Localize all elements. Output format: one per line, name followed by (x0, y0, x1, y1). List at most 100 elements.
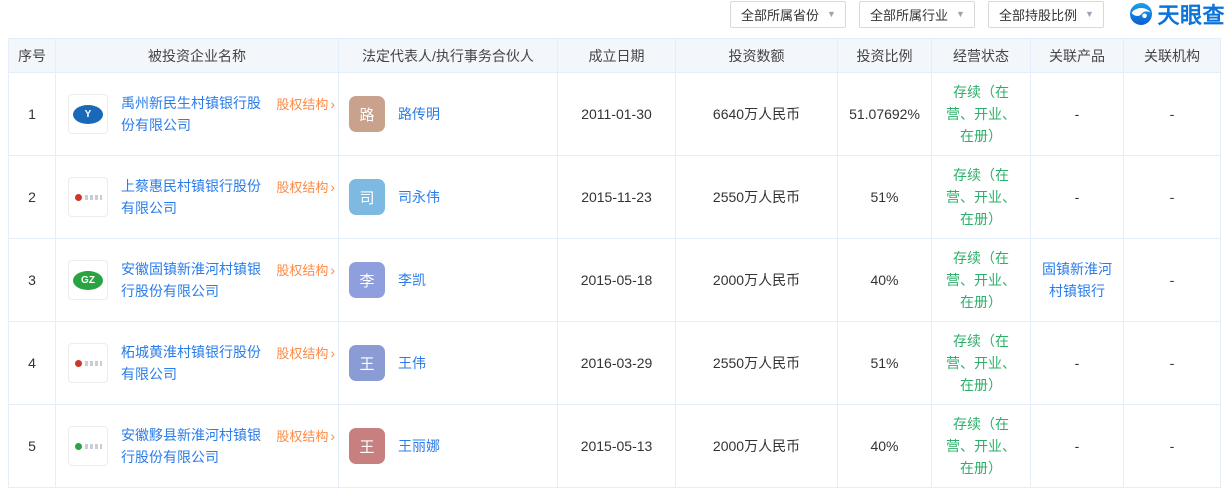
legal-rep-name-link[interactable]: 李凯 (398, 270, 426, 290)
status-badge: 存续（在营、开业、在册） (932, 239, 1031, 322)
industry-filter-dropdown[interactable]: 全部所属行业 ▼ (859, 1, 975, 28)
province-filter-dropdown[interactable]: 全部所属省份 ▼ (730, 1, 846, 28)
equity-structure-link[interactable]: 股权结构 › (276, 260, 335, 279)
investment-amount: 2000万人民币 (676, 405, 838, 488)
company-logo-glyph (75, 443, 82, 450)
chevron-right-icon: › (330, 180, 335, 194)
industry-filter-label: 全部所属行业 (870, 5, 948, 24)
related-org: - (1124, 156, 1221, 239)
tianyancha-logo[interactable]: 天眼查 (1129, 0, 1225, 30)
company-logo (68, 343, 108, 383)
related-product: - (1031, 322, 1124, 405)
company-logo: Y (68, 94, 108, 134)
company-name-link[interactable]: 安徽固镇新淮河村镇银行股份有限公司 (121, 258, 267, 302)
legal-rep-avatar[interactable]: 司 (349, 179, 385, 215)
row-index: 5 (9, 405, 56, 488)
chevron-right-icon: › (330, 429, 335, 443)
company-logo-wordmark (85, 195, 102, 200)
status-badge: 存续（在营、开业、在册） (932, 322, 1031, 405)
investment-ratio: 40% (838, 405, 932, 488)
related-org: - (1124, 239, 1221, 322)
header-ratio: 投资比例 (838, 39, 932, 73)
established-date: 2015-11-23 (558, 156, 676, 239)
investment-ratio: 51% (838, 156, 932, 239)
chevron-right-icon: › (330, 346, 335, 360)
legal-rep-avatar[interactable]: 王 (349, 428, 385, 464)
header-established: 成立日期 (558, 39, 676, 73)
established-date: 2015-05-18 (558, 239, 676, 322)
status-badge: 存续（在营、开业、在册） (932, 405, 1031, 488)
chevron-down-icon: ▼ (827, 10, 836, 19)
chevron-down-icon: ▼ (956, 10, 965, 19)
investment-ratio: 40% (838, 239, 932, 322)
equity-structure-link[interactable]: 股权结构 › (276, 426, 335, 445)
header-amount: 投资数额 (676, 39, 838, 73)
status-badge: 存续（在营、开业、在册） (932, 156, 1031, 239)
investment-amount: 2550万人民币 (676, 156, 838, 239)
investment-ratio: 51% (838, 322, 932, 405)
row-index: 4 (9, 322, 56, 405)
company-logo-glyph (75, 194, 82, 201)
company-name-link[interactable]: 禹州新民生村镇银行股份有限公司 (121, 92, 267, 136)
header-org: 关联机构 (1124, 39, 1221, 73)
company-logo (68, 426, 108, 466)
header-status: 经营状态 (932, 39, 1031, 73)
company-logo (68, 177, 108, 217)
invested-companies-table: 序号 被投资企业名称 法定代表人/执行事务合伙人 成立日期 投资数额 投资比例 … (8, 38, 1220, 488)
tianyancha-eye-icon (1129, 2, 1153, 26)
shareholding-filter-label: 全部持股比例 (999, 5, 1077, 24)
header-seq: 序号 (9, 39, 56, 73)
related-product-link[interactable]: 固镇新淮河村镇银行 (1042, 261, 1112, 299)
equity-structure-link[interactable]: 股权结构 › (276, 94, 335, 113)
established-date: 2016-03-29 (558, 322, 676, 405)
company-logo-wordmark (85, 444, 102, 449)
row-index: 2 (9, 156, 56, 239)
chevron-down-icon: ▼ (1085, 10, 1094, 19)
legal-rep-name-link[interactable]: 路传明 (398, 104, 440, 124)
legal-rep-avatar[interactable]: 李 (349, 262, 385, 298)
investment-amount: 2000万人民币 (676, 239, 838, 322)
company-logo: GZ (68, 260, 108, 300)
shareholding-filter-dropdown[interactable]: 全部持股比例 ▼ (988, 1, 1104, 28)
brand-name: 天眼查 (1157, 0, 1225, 30)
legal-rep-name-link[interactable]: 王伟 (398, 353, 426, 373)
header-company: 被投资企业名称 (56, 39, 339, 73)
related-product: - (1031, 73, 1124, 156)
equity-structure-link[interactable]: 股权结构 › (276, 177, 335, 196)
chevron-right-icon: › (330, 97, 335, 111)
related-org: - (1124, 73, 1221, 156)
chevron-right-icon: › (330, 263, 335, 277)
established-date: 2011-01-30 (558, 73, 676, 156)
company-name-link[interactable]: 柘城黄淮村镇银行股份有限公司 (121, 341, 267, 385)
table-row: 4 柘城黄淮村镇银行股份有限公司 股权结构 › (9, 322, 1221, 405)
row-index: 3 (9, 239, 56, 322)
equity-structure-link[interactable]: 股权结构 › (276, 343, 335, 362)
legal-rep-avatar[interactable]: 王 (349, 345, 385, 381)
header-legal-rep: 法定代表人/执行事务合伙人 (339, 39, 558, 73)
legal-rep-name-link[interactable]: 司永伟 (398, 187, 440, 207)
table-row: 3 GZ 安徽固镇新淮河村镇银行股份有限公司 股权结构 › (9, 239, 1221, 322)
legal-rep-avatar[interactable]: 路 (349, 96, 385, 132)
related-org: - (1124, 322, 1221, 405)
related-product: - (1031, 156, 1124, 239)
investment-amount: 6640万人民币 (676, 73, 838, 156)
legal-rep-name-link[interactable]: 王丽娜 (398, 436, 440, 456)
company-name-link[interactable]: 上蔡惠民村镇银行股份有限公司 (121, 175, 267, 219)
table-row: 1 Y 禹州新民生村镇银行股份有限公司 股权结构 › (9, 73, 1221, 156)
row-index: 1 (9, 73, 56, 156)
filter-bar: 全部所属省份 ▼ 全部所属行业 ▼ 全部持股比例 ▼ 天眼查 (0, 0, 1228, 28)
company-name-link[interactable]: 安徽黟县新淮河村镇银行股份有限公司 (121, 424, 267, 468)
company-logo-wordmark (85, 361, 102, 366)
investment-ratio: 51.07692% (838, 73, 932, 156)
table-header-row: 序号 被投资企业名称 法定代表人/执行事务合伙人 成立日期 投资数额 投资比例 … (9, 39, 1221, 73)
established-date: 2015-05-13 (558, 405, 676, 488)
status-badge: 存续（在营、开业、在册） (932, 73, 1031, 156)
table-row: 2 上蔡惠民村镇银行股份有限公司 股权结构 › (9, 156, 1221, 239)
table-row: 5 安徽黟县新淮河村镇银行股份有限公司 股权结构 › (9, 405, 1221, 488)
related-product: - (1031, 405, 1124, 488)
header-product: 关联产品 (1031, 39, 1124, 73)
investment-amount: 2550万人民币 (676, 322, 838, 405)
company-logo-glyph: Y (73, 105, 103, 124)
company-logo-glyph: GZ (73, 271, 103, 290)
province-filter-label: 全部所属省份 (741, 5, 819, 24)
